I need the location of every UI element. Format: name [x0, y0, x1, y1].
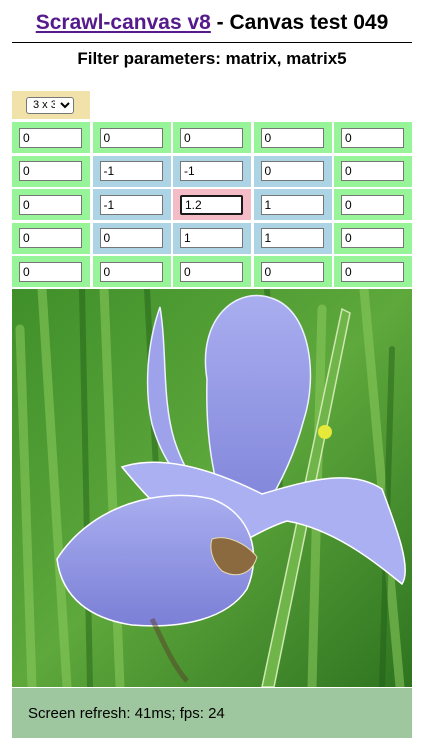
matrix-cell-r3-c3 [173, 189, 251, 220]
matrix-cell-r5-c1 [12, 256, 90, 287]
matrix-cell-r3-c5 [334, 189, 412, 220]
matrix-cell-r3-c1 [12, 189, 90, 220]
matrix-input-r5-c5[interactable] [341, 261, 404, 282]
matrix-input-r4-c5[interactable] [341, 228, 404, 248]
matrix-size-cell: 3 x 35 x 5 [12, 91, 90, 119]
matrix-input-r1-c1[interactable] [19, 127, 82, 148]
matrix-input-r4-c3[interactable] [180, 228, 243, 248]
matrix-size-select[interactable]: 3 x 35 x 5 [26, 96, 74, 114]
matrix-cell-r1-c5 [334, 122, 412, 153]
matrix-cell-r4-c1 [12, 222, 90, 254]
home-link[interactable]: Scrawl-canvas v8 [36, 11, 211, 34]
matrix-cell-r5-c4 [253, 256, 332, 287]
matrix-cell-r2-c3 [173, 155, 251, 187]
matrix-cell-r2-c4 [253, 155, 332, 187]
matrix-input-r3-c5[interactable] [341, 194, 404, 215]
matrix-input-r2-c2[interactable] [99, 161, 163, 181]
matrix-cell-r5-c3 [173, 256, 251, 287]
matrix-cell-r5-c2 [92, 256, 171, 287]
matrix-input-r3-c3[interactable] [180, 194, 243, 215]
matrix-cell-r1-c2 [92, 122, 171, 153]
matrix-input-r1-c3[interactable] [180, 127, 243, 148]
matrix-input-r5-c4[interactable] [260, 261, 324, 282]
page-title: Scrawl-canvas v8 - Canvas test 049 [0, 0, 424, 42]
matrix-input-r3-c1[interactable] [19, 194, 82, 215]
matrix-cell-r1-c3 [173, 122, 251, 153]
matrix-cell-r1-c1 [12, 122, 90, 153]
matrix-cell-r4-c5 [334, 222, 412, 254]
matrix-cell-r3-c2 [92, 189, 171, 220]
matrix-input-r5-c3[interactable] [180, 261, 243, 282]
matrix-cell-r2-c1 [12, 155, 90, 187]
matrix-cell-r4-c2 [92, 222, 171, 254]
matrix-cell-r1-c4 [253, 122, 332, 153]
matrix-cell-r5-c5 [334, 256, 412, 287]
matrix-input-r4-c2[interactable] [99, 228, 163, 248]
matrix-input-r2-c4[interactable] [260, 161, 324, 181]
matrix-input-r3-c4[interactable] [260, 194, 324, 215]
matrix-cell-r2-c2 [92, 155, 171, 187]
matrix-input-r1-c2[interactable] [99, 127, 163, 148]
matrix-input-r3-c2[interactable] [99, 194, 163, 215]
matrix-input-r2-c5[interactable] [341, 161, 404, 181]
matrix-input-r4-c4[interactable] [260, 228, 324, 248]
canvas-wrapper [12, 289, 412, 687]
status-bar: Screen refresh: 41ms; fps: 24 [12, 688, 412, 738]
status-text: Screen refresh: 41ms; fps: 24 [28, 704, 225, 722]
matrix-input-r1-c4[interactable] [260, 127, 324, 148]
matrix-grid [12, 122, 412, 287]
filtered-canvas[interactable] [12, 289, 412, 687]
matrix-input-r4-c1[interactable] [19, 228, 82, 248]
matrix-cell-r4-c3 [173, 222, 251, 254]
matrix-input-r2-c3[interactable] [180, 161, 243, 181]
controls-panel: 3 x 35 x 5 [12, 91, 412, 738]
page-title-text: - Canvas test 049 [210, 11, 389, 34]
matrix-input-r1-c5[interactable] [341, 127, 404, 148]
matrix-input-r5-c2[interactable] [99, 261, 163, 282]
matrix-cell-r2-c5 [334, 155, 412, 187]
matrix-cell-r3-c4 [253, 189, 332, 220]
matrix-cell-r4-c4 [253, 222, 332, 254]
page-subtitle: Filter parameters: matrix, matrix5 [77, 49, 347, 68]
matrix-input-r5-c1[interactable] [19, 261, 82, 282]
matrix-input-r2-c1[interactable] [19, 161, 82, 181]
